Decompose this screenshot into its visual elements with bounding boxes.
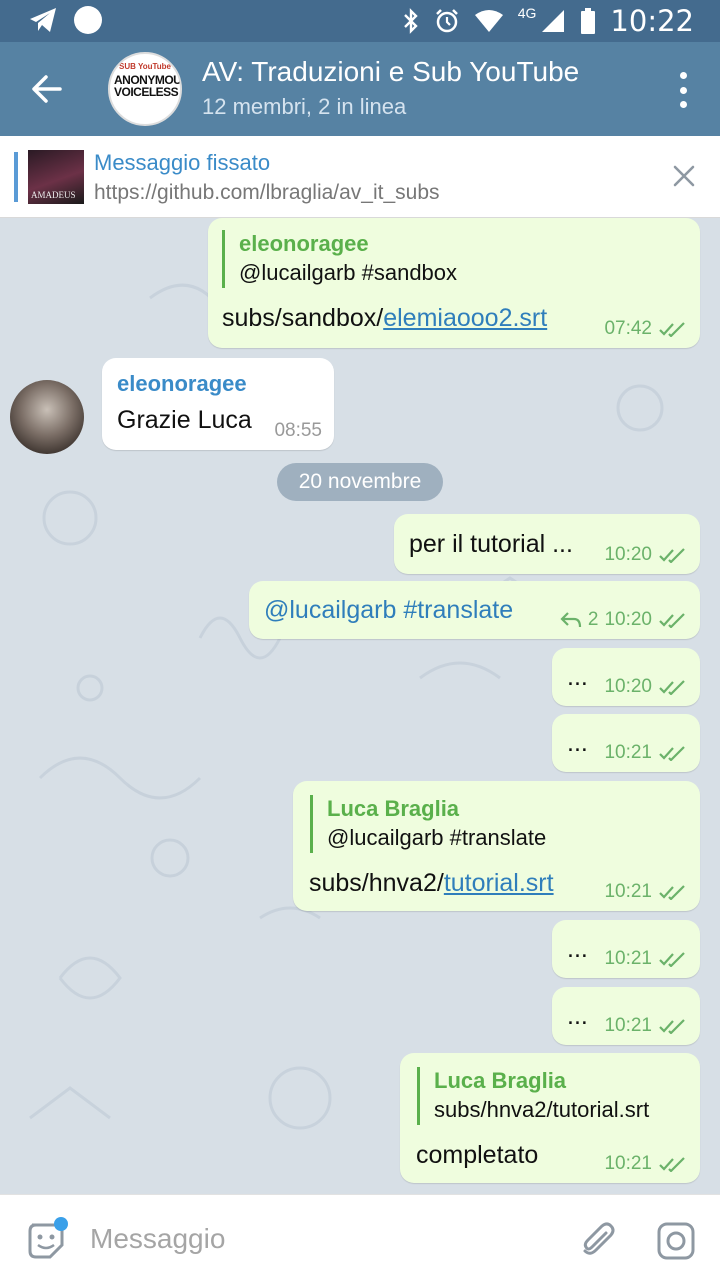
- message-time: 10:20: [604, 544, 652, 565]
- message-meta: 2 10:20: [560, 609, 688, 631]
- message-meta: 10:20: [604, 544, 688, 566]
- sender-avatar[interactable]: [10, 380, 84, 454]
- reply-text: @lucailgarb #translate: [327, 825, 547, 850]
- alarm-icon: [435, 9, 458, 33]
- reply-arrow-icon[interactable]: [560, 611, 582, 629]
- circle-icon: [74, 6, 102, 34]
- message-bubble[interactable]: @lucailgarb #translate 2 10:20: [249, 581, 700, 639]
- message-text: subs/sandbox/elemiaooo2.srt: [222, 304, 547, 333]
- chat-header: SUB YouTube ANONYMOUS VOICELESS AV: Trad…: [0, 42, 720, 136]
- reply-author: Luca Braglia: [327, 796, 460, 821]
- message-bubble[interactable]: per il tutorial ... 10:20: [394, 514, 700, 574]
- wifi-icon: [474, 10, 503, 32]
- double-check-icon: [659, 322, 685, 337]
- message-input[interactable]: Messaggio: [90, 1223, 225, 1255]
- pinned-label: Messaggio fissato: [94, 150, 271, 175]
- message-meta: 10:21: [604, 881, 688, 903]
- reply-text: subs/hnva2/tutorial.srt: [434, 1097, 650, 1122]
- double-check-icon: [659, 548, 685, 563]
- camera-icon[interactable]: [656, 1221, 696, 1261]
- message-meta: 10:21: [604, 948, 688, 970]
- message-time: 10:21: [604, 881, 652, 902]
- message-bubble[interactable]: ... 10:21: [552, 987, 700, 1045]
- date-separator: 20 novembre: [277, 463, 443, 501]
- double-check-icon: [659, 680, 685, 695]
- group-avatar[interactable]: SUB YouTube ANONYMOUS VOICELESS: [108, 52, 182, 126]
- pinned-text: https://github.com/lbraglia/av_it_subs: [94, 181, 440, 204]
- double-check-icon: [659, 1019, 685, 1034]
- message-time: 10:21: [604, 1015, 652, 1036]
- message-meta: 07:42: [604, 318, 688, 340]
- bluetooth-icon: [403, 8, 418, 34]
- avatar-top-text: SUB YouTube: [119, 62, 171, 71]
- status-bar: 4G 10:22: [0, 0, 720, 42]
- message-bubble[interactable]: ... 10:21: [552, 920, 700, 978]
- telegram-icon: [30, 8, 56, 32]
- attach-icon[interactable]: [578, 1219, 618, 1259]
- message-bubble[interactable]: ... 10:20: [552, 648, 700, 706]
- message-time: 10:21: [604, 948, 652, 969]
- double-check-icon: [659, 1157, 685, 1172]
- message-bubble[interactable]: Luca Braglia subs/hnva2/tutorial.srt com…: [400, 1053, 700, 1183]
- signal-icon: [542, 10, 565, 32]
- message-meta: 10:21: [604, 1015, 688, 1037]
- pinned-message[interactable]: AMADEUS Messaggio fissato https://github…: [0, 136, 720, 218]
- message-text[interactable]: @lucailgarb #translate: [264, 596, 513, 625]
- message-list[interactable]: eleonoragee @lucailgarb #sandbox subs/sa…: [0, 218, 720, 1194]
- file-link[interactable]: tutorial.srt: [444, 869, 554, 897]
- battery-icon: [581, 8, 596, 34]
- reply-quote[interactable]: eleonoragee @lucailgarb #sandbox: [222, 230, 457, 288]
- message-bubble[interactable]: eleonoragee @lucailgarb #sandbox subs/sa…: [208, 218, 700, 348]
- message-text: ...: [567, 729, 588, 757]
- message-composer: Messaggio: [0, 1194, 720, 1280]
- close-icon[interactable]: [672, 164, 696, 188]
- pinned-accent-bar: [14, 152, 18, 202]
- reply-author: eleonoragee: [239, 231, 369, 256]
- message-time: 08:55: [274, 420, 322, 441]
- message-meta: 10:21: [604, 1153, 688, 1175]
- message-text: subs/hnva2/tutorial.srt: [309, 869, 554, 898]
- reply-count[interactable]: 2: [588, 609, 599, 631]
- avatar-main-text: ANONYMOUS VOICELESS: [114, 73, 182, 99]
- message-text-prefix: subs/hnva2/: [309, 869, 444, 897]
- pinned-thumbnail-text: AMADEUS: [31, 190, 76, 200]
- message-time: 10:21: [604, 1153, 652, 1174]
- double-check-icon: [659, 885, 685, 900]
- message-bubble[interactable]: ... 10:21: [552, 714, 700, 772]
- reply-quote[interactable]: Luca Braglia subs/hnva2/tutorial.srt: [417, 1067, 649, 1125]
- chat-title[interactable]: AV: Traduzioni e Sub YouTube: [202, 56, 579, 88]
- network-label: 4G: [517, 5, 537, 21]
- double-check-icon: [659, 746, 685, 761]
- message-time: 10:20: [604, 676, 652, 697]
- message-text: per il tutorial ...: [409, 530, 573, 558]
- message-text: ...: [567, 935, 588, 963]
- message-bubble[interactable]: eleonoragee Grazie Luca 08:55: [102, 358, 334, 450]
- message-text: completato: [416, 1141, 539, 1169]
- message-text: ...: [567, 1002, 588, 1030]
- message-meta: 10:21: [604, 742, 688, 764]
- message-text-prefix: subs/sandbox/: [222, 304, 384, 332]
- message-sender[interactable]: eleonoragee: [117, 371, 247, 397]
- double-check-icon: [659, 613, 685, 628]
- reply-quote[interactable]: Luca Braglia @lucailgarb #translate: [310, 795, 546, 853]
- message-text: ...: [567, 663, 588, 691]
- message-meta: 08:55: [274, 420, 322, 442]
- back-arrow-icon[interactable]: [30, 72, 64, 106]
- clock: 10:22: [610, 4, 694, 38]
- double-check-icon: [659, 952, 685, 967]
- new-sticker-badge: [54, 1217, 68, 1231]
- message-time: 10:21: [604, 742, 652, 763]
- message-time: 10:20: [604, 609, 652, 630]
- chat-subtitle: 12 membri, 2 in linea: [202, 94, 407, 119]
- file-link[interactable]: elemiaooo2.srt: [383, 304, 547, 332]
- message-text: Grazie Luca: [117, 406, 252, 434]
- reply-author: Luca Braglia: [434, 1068, 567, 1093]
- reply-text: @lucailgarb #sandbox: [239, 260, 458, 285]
- message-bubble[interactable]: Luca Braglia @lucailgarb #translate subs…: [293, 781, 700, 911]
- more-menu-icon[interactable]: [678, 72, 688, 108]
- pinned-thumbnail: AMADEUS: [28, 150, 84, 204]
- message-time: 07:42: [604, 318, 652, 339]
- message-meta: 10:20: [604, 676, 688, 698]
